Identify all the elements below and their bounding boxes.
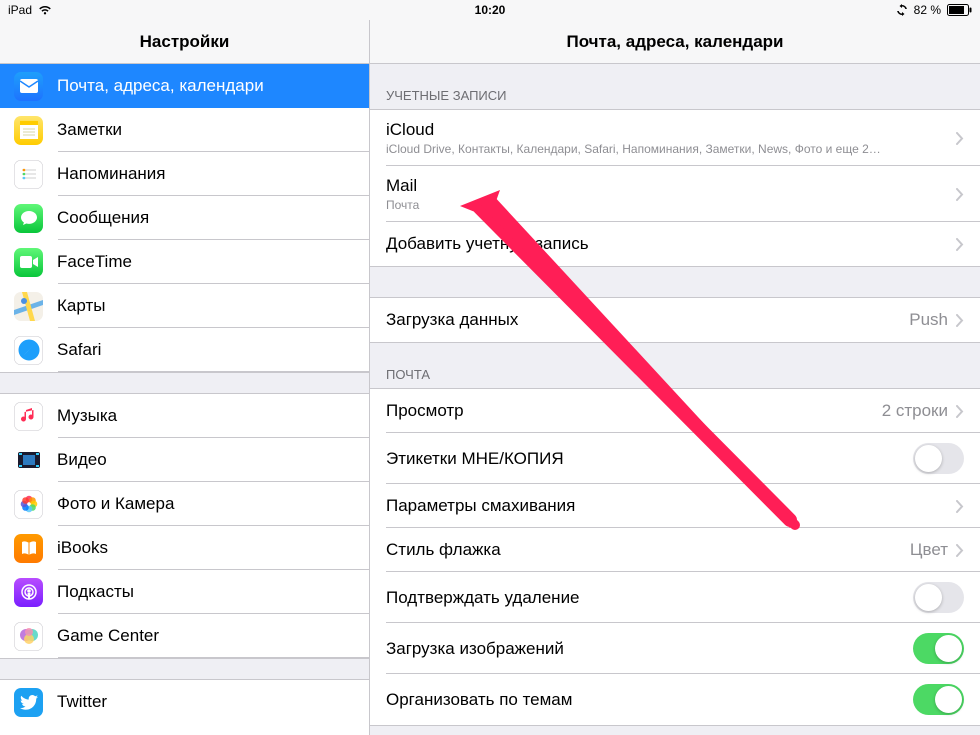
detail-pane: Почта, адреса, календари УЧЕТНЫЕ ЗАПИСИ … xyxy=(370,20,980,735)
sidebar-item-photos[interactable]: Фото и Камера xyxy=(0,482,369,526)
row-label: Подтверждать удаление xyxy=(386,588,913,608)
row-label: Загрузка изображений xyxy=(386,639,913,659)
mail-settings-group: Просмотр2 строки Этикетки МНЕ/КОПИЯ Параме… xyxy=(370,388,980,726)
clock: 10:20 xyxy=(475,3,506,17)
sidebar-item-label: Музыка xyxy=(57,406,117,426)
row-value: 2 строки xyxy=(882,401,948,421)
sidebar-item-label: Сообщения xyxy=(57,208,149,228)
sidebar-item-music[interactable]: Музыка xyxy=(0,394,369,438)
photos-icon xyxy=(14,490,43,519)
row-fetch-new-data[interactable]: Загрузка данных Push xyxy=(370,298,980,342)
sidebar-item-label: Twitter xyxy=(57,692,107,712)
music-icon xyxy=(14,402,43,431)
chevron-right-icon xyxy=(956,544,964,557)
sidebar-item-notes[interactable]: Заметки xyxy=(0,108,369,152)
sidebar-item-label: Подкасты xyxy=(57,582,134,602)
sidebar-item-safari[interactable]: Safari xyxy=(0,328,369,372)
sidebar-item-podcasts[interactable]: Подкасты xyxy=(0,570,369,614)
sidebar-item-facetime[interactable]: FaceTime xyxy=(0,240,369,284)
fetch-group: Загрузка данных Push xyxy=(370,297,980,343)
switch-askdelete[interactable] xyxy=(913,582,964,613)
row-subtitle: iCloud Drive, Контакты, Календари, Safar… xyxy=(386,142,956,156)
switch-tocc[interactable] xyxy=(913,443,964,474)
section-header-accounts: УЧЕТНЫЕ ЗАПИСИ xyxy=(370,64,980,109)
messages-icon xyxy=(14,204,43,233)
videos-icon xyxy=(14,446,43,475)
row-label: Организовать по темам xyxy=(386,690,913,710)
row-add-account[interactable]: Добавить учетную запись xyxy=(370,222,980,266)
row-askdelete[interactable]: Подтверждать удаление xyxy=(370,572,980,623)
section-header-mail: ПОЧТА xyxy=(370,343,980,388)
status-bar: iPad 10:20 82 % xyxy=(0,0,980,20)
settings-sidebar: Настройки Почта, адреса, календари Заметк… xyxy=(0,20,370,735)
row-preview[interactable]: Просмотр2 строки xyxy=(370,389,980,433)
switch-thread[interactable] xyxy=(913,684,964,715)
row-label: Этикетки МНЕ/КОПИЯ xyxy=(386,449,913,469)
row-account[interactable]: Mail Почта xyxy=(370,166,980,222)
safari-icon xyxy=(14,336,43,365)
notes-icon xyxy=(14,116,43,145)
row-loadimg[interactable]: Загрузка изображений xyxy=(370,623,980,674)
maps-icon xyxy=(14,292,43,321)
chevron-right-icon xyxy=(956,500,964,513)
reminders-icon xyxy=(14,160,43,189)
switch-loadimg[interactable] xyxy=(913,633,964,664)
sidebar-item-reminders[interactable]: Напоминания xyxy=(0,152,369,196)
row-thread[interactable]: Организовать по темам xyxy=(370,674,980,725)
row-flag[interactable]: Стиль флажкаЦвет xyxy=(370,528,980,572)
row-label: Добавить учетную запись xyxy=(386,234,956,254)
sidebar-item-label: Заметки xyxy=(57,120,122,140)
sidebar-item-twitter[interactable]: Twitter xyxy=(0,680,369,724)
row-swipe[interactable]: Параметры смахивания xyxy=(370,484,980,528)
sidebar-item-ibooks[interactable]: iBooks xyxy=(0,526,369,570)
twitter-icon xyxy=(14,688,43,717)
row-label: Просмотр xyxy=(386,401,882,421)
row-label: Загрузка данных xyxy=(386,310,909,330)
battery-percent: 82 % xyxy=(914,3,941,17)
sidebar-item-label: Видео xyxy=(57,450,107,470)
wifi-icon xyxy=(38,5,52,15)
sync-icon xyxy=(896,4,908,16)
chevron-right-icon xyxy=(956,188,964,201)
chevron-right-icon xyxy=(956,238,964,251)
detail-title: Почта, адреса, календари xyxy=(370,20,980,64)
chevron-right-icon xyxy=(956,132,964,145)
sidebar-item-messages[interactable]: Сообщения xyxy=(0,196,369,240)
gamecenter-icon xyxy=(14,622,43,651)
sidebar-item-label: Почта, адреса, календари xyxy=(57,76,264,96)
row-value: Push xyxy=(909,310,948,330)
device-label: iPad xyxy=(8,3,32,17)
sidebar-item-label: FaceTime xyxy=(57,252,132,272)
row-account[interactable]: iCloud iCloud Drive, Контакты, Календари,… xyxy=(370,110,980,166)
sidebar-item-gamecenter[interactable]: Game Center xyxy=(0,614,369,658)
sidebar-item-mail[interactable]: Почта, адреса, календари xyxy=(0,64,369,108)
sidebar-item-label: Safari xyxy=(57,340,101,360)
sidebar-item-label: Напоминания xyxy=(57,164,166,184)
sidebar-item-label: Карты xyxy=(57,296,105,316)
row-label: Стиль флажка xyxy=(386,540,910,560)
row-label: iCloud xyxy=(386,120,956,140)
chevron-right-icon xyxy=(956,405,964,418)
sidebar-item-label: Фото и Камера xyxy=(57,494,174,514)
sidebar-item-maps[interactable]: Карты xyxy=(0,284,369,328)
row-tocc[interactable]: Этикетки МНЕ/КОПИЯ xyxy=(370,433,980,484)
podcasts-icon xyxy=(14,578,43,607)
chevron-right-icon xyxy=(956,314,964,327)
sidebar-item-videos[interactable]: Видео xyxy=(0,438,369,482)
ibooks-icon xyxy=(14,534,43,563)
row-value: Цвет xyxy=(910,540,948,560)
facetime-icon xyxy=(14,248,43,277)
sidebar-item-label: iBooks xyxy=(57,538,108,558)
accounts-group: iCloud iCloud Drive, Контакты, Календари,… xyxy=(370,109,980,267)
mail-icon xyxy=(14,72,43,101)
row-label: Параметры смахивания xyxy=(386,496,956,516)
sidebar-item-label: Game Center xyxy=(57,626,159,646)
battery-icon xyxy=(947,4,972,16)
row-subtitle: Почта xyxy=(386,198,956,212)
row-label: Mail xyxy=(386,176,956,196)
sidebar-title: Настройки xyxy=(0,20,369,64)
